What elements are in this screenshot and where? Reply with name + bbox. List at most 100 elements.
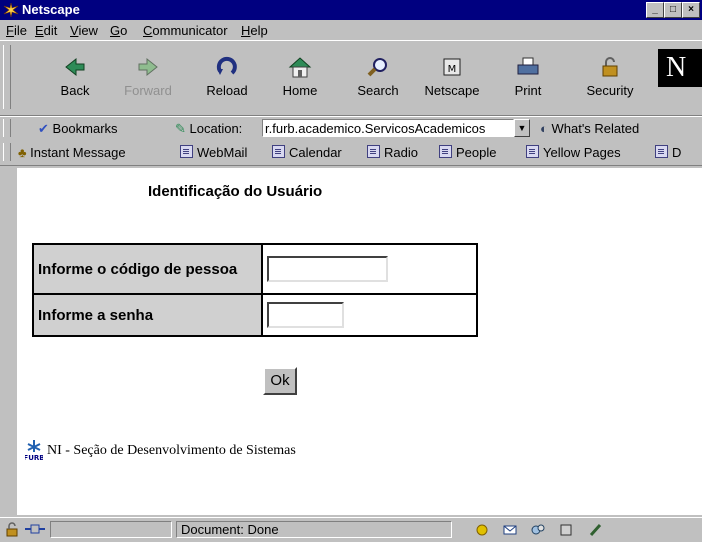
connection-status-icon (25, 524, 45, 534)
bookmarks-button[interactable]: ✔ Bookmarks (38, 121, 118, 137)
d-button[interactable]: D (655, 145, 681, 160)
forward-button[interactable]: Forward (118, 47, 178, 105)
people-label: People (456, 145, 497, 160)
calendar-label: Calendar (289, 145, 342, 160)
search-icon (367, 58, 387, 77)
toolbar-grip[interactable] (3, 45, 11, 109)
personal-grip[interactable] (3, 143, 11, 161)
netscape-icon: M (443, 58, 461, 76)
reload-icon (216, 56, 237, 75)
bookmark-icon (367, 145, 380, 158)
page-title: Identificação do Usuário (148, 183, 323, 200)
progress-cell (50, 521, 172, 538)
page-content: Identificação do Usuário Informe o códig… (17, 168, 702, 515)
menu-bar: File Edit View Go Communicator Help (0, 20, 702, 40)
minimize-button[interactable]: _ (646, 2, 664, 18)
instant-message-icon: ♣ (18, 145, 27, 160)
location-label: Location: (189, 121, 243, 136)
bookmark-icon (526, 145, 539, 158)
security-lock-icon (602, 57, 618, 77)
radio-button[interactable]: Radio (367, 145, 418, 160)
security-label: Security (586, 83, 634, 98)
instant-message-button[interactable]: ♣ Instant Message (18, 145, 126, 160)
mail-component-icon[interactable] (502, 522, 518, 537)
navigator-component-icon[interactable] (474, 522, 490, 537)
netscape-label: Netscape (424, 83, 480, 98)
home-button[interactable]: Home (270, 47, 330, 105)
print-button[interactable]: Print (498, 47, 558, 105)
forward-label: Forward (124, 83, 172, 98)
ok-button[interactable]: Ok (263, 367, 297, 395)
frame-edge (0, 168, 17, 515)
back-label: Back (60, 83, 90, 98)
menu-help[interactable]: Help (241, 23, 268, 38)
instant-message-label: Instant Message (30, 145, 126, 160)
bookmark-icon (180, 145, 193, 158)
password-label: Informe a senha (32, 293, 263, 337)
bookmark-icon (655, 145, 668, 158)
furb-logo-icon: FURB (25, 440, 43, 462)
location-label-group: ✎ Location: (175, 121, 242, 137)
code-label: Informe o código de pessoa (32, 243, 263, 295)
navigation-toolbar: Back Forward Reload Home Search M Netsca… (0, 40, 702, 116)
netscape-button[interactable]: M Netscape (422, 47, 482, 105)
yellow-pages-button[interactable]: Yellow Pages (526, 145, 621, 160)
search-button[interactable]: Search (348, 47, 408, 105)
url-dropdown-button[interactable]: ▼ (514, 119, 530, 137)
login-form-table: Informe o código de pessoa Informe a sen… (32, 243, 478, 337)
reload-label: Reload (206, 83, 248, 98)
home-icon (288, 57, 312, 78)
password-field-cell (261, 293, 478, 337)
menu-go[interactable]: Go (110, 23, 127, 38)
menu-communicator[interactable]: Communicator (143, 23, 228, 38)
address-book-component-icon[interactable] (558, 522, 574, 537)
netscape-logo[interactable]: N (658, 49, 702, 87)
maximize-button[interactable]: □ (664, 2, 682, 18)
menu-view[interactable]: View (70, 23, 98, 38)
location-grip[interactable] (3, 119, 11, 137)
password-input[interactable] (267, 302, 344, 328)
code-row: Informe o código de pessoa (32, 243, 478, 295)
security-button[interactable]: Security (580, 47, 640, 105)
bookmark-icon (272, 145, 285, 158)
bookmark-icon (439, 145, 452, 158)
back-button[interactable]: Back (45, 47, 105, 105)
calendar-button[interactable]: Calendar (272, 145, 342, 160)
back-arrow-icon (65, 57, 85, 77)
menu-edit[interactable]: Edit (35, 23, 57, 38)
bookmarks-icon: ✔ (38, 121, 49, 136)
browser-window: Netscape _ □ × File Edit View Go Communi… (0, 0, 702, 542)
title-bar: Netscape _ □ × (0, 0, 702, 20)
webmail-button[interactable]: WebMail (180, 145, 247, 160)
svg-text:FURB: FURB (25, 454, 43, 462)
people-button[interactable]: People (439, 145, 496, 160)
whats-related-label: What's Related (551, 121, 640, 136)
print-icon (517, 57, 539, 75)
personal-toolbar: ♣ Instant Message WebMail Calendar Radio… (0, 141, 702, 166)
whats-related-icon: ◐ (540, 121, 548, 136)
location-toolbar: ✔ Bookmarks ✎ Location: r.furb.academico… (0, 116, 702, 142)
search-label: Search (357, 83, 399, 98)
password-row: Informe a senha (32, 293, 478, 337)
footer: FURB NI - Seção de Desenvolvimento de Si… (25, 438, 296, 462)
whats-related-button[interactable]: ◐ What's Related (540, 121, 639, 136)
person-code-input[interactable] (267, 256, 388, 282)
newsgroups-component-icon[interactable] (530, 522, 546, 537)
url-input[interactable]: r.furb.academico.ServicosAcademicos (262, 119, 514, 137)
reload-button[interactable]: Reload (197, 47, 257, 105)
yellow-pages-label: Yellow Pages (543, 145, 621, 160)
radio-label: Radio (384, 145, 418, 160)
location-icon: ✎ (175, 121, 186, 136)
menu-file[interactable]: File (6, 23, 27, 38)
security-status-icon[interactable] (4, 522, 20, 537)
home-label: Home (282, 83, 318, 98)
close-button[interactable]: × (682, 2, 700, 18)
window-title: Netscape (22, 2, 80, 17)
forward-arrow-icon (138, 57, 158, 77)
d-label: D (672, 145, 682, 160)
composer-component-icon[interactable] (588, 522, 604, 537)
webmail-label: WebMail (197, 145, 248, 160)
code-field-cell (261, 243, 478, 295)
status-bar: Document: Done (0, 517, 702, 542)
svg-text:M: M (448, 64, 457, 75)
